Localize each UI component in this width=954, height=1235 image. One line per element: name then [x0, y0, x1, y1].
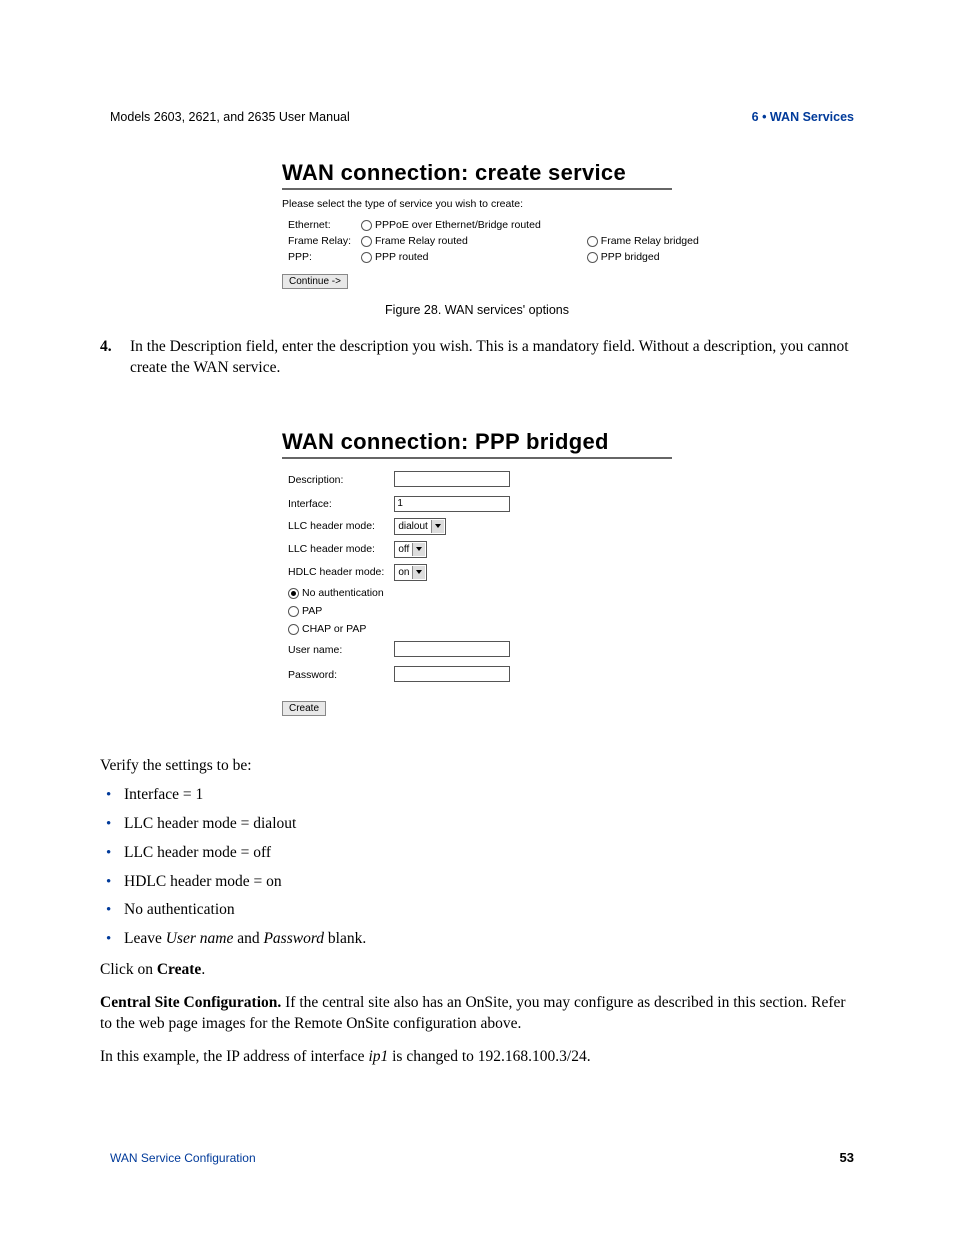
- footer-left: WAN Service Configuration: [110, 1151, 256, 1165]
- fig28-title: WAN connection: create service: [282, 160, 672, 186]
- step-4-text: In the Description field, enter the desc…: [130, 337, 854, 379]
- verify-intro: Verify the settings to be:: [100, 756, 854, 777]
- fig29-title: WAN connection: PPP bridged: [282, 429, 672, 455]
- verify-item: Interface = 1: [100, 785, 854, 806]
- verify-list: Interface = 1 LLC header mode = dialout …: [100, 785, 854, 951]
- select-hdlc[interactable]: on: [394, 564, 427, 581]
- verify-item-last: Leave User name and Password blank.: [100, 929, 854, 950]
- header-right: 6 • WAN Services: [752, 110, 854, 124]
- central-config: Central Site Configuration. If the centr…: [100, 993, 854, 1035]
- radio-pap[interactable]: [288, 606, 299, 617]
- label-description: Description:: [284, 469, 388, 492]
- chevron-down-icon: [412, 543, 425, 556]
- label-framerelay: Frame Relay:: [284, 234, 355, 248]
- figure-28: WAN connection: create service Please se…: [282, 160, 672, 289]
- input-description[interactable]: [394, 471, 510, 487]
- header-left: Models 2603, 2621, and 2635 User Manual: [110, 110, 350, 124]
- opt-ppp-bridged: PPP bridged: [601, 251, 660, 263]
- select-llc1[interactable]: dialout: [394, 518, 445, 535]
- radio-chap[interactable]: [288, 624, 299, 635]
- verify-item: LLC header mode = off: [100, 843, 854, 864]
- verify-item: No authentication: [100, 900, 854, 921]
- step-4-num: 4.: [100, 337, 130, 379]
- select-llc2-value: off: [398, 544, 409, 555]
- chevron-down-icon: [412, 566, 425, 579]
- select-hdlc-value: on: [398, 567, 409, 578]
- radio-noauth[interactable]: [288, 588, 299, 599]
- label-ppp: PPP:: [284, 250, 355, 264]
- radio-ppp-routed[interactable]: [361, 252, 372, 263]
- fig29-rule: [282, 457, 672, 459]
- continue-button[interactable]: Continue ->: [282, 274, 348, 289]
- label-username: User name:: [284, 639, 388, 662]
- opt-ppp-routed: PPP routed: [375, 251, 429, 263]
- fig28-instruction: Please select the type of service you wi…: [282, 198, 672, 210]
- example-ip: In this example, the IP address of inter…: [100, 1047, 854, 1068]
- input-interface[interactable]: 1: [394, 496, 510, 512]
- opt-noauth: No authentication: [302, 587, 384, 599]
- label-llc2: LLC header mode:: [284, 539, 388, 560]
- click-create: Click on Create.: [100, 960, 854, 981]
- input-username[interactable]: [394, 641, 510, 657]
- radio-pppoe[interactable]: [361, 220, 372, 231]
- verify-item: HDLC header mode = on: [100, 872, 854, 893]
- chevron-down-icon: [431, 520, 444, 533]
- step-4: 4. In the Description field, enter the d…: [100, 337, 854, 379]
- figure-29: WAN connection: PPP bridged Description:…: [282, 429, 672, 716]
- footer-right: 53: [840, 1150, 854, 1165]
- opt-pppoe: PPPoE over Ethernet/Bridge routed: [375, 219, 541, 231]
- label-interface: Interface:: [284, 494, 388, 514]
- label-hdlc: HDLC header mode:: [284, 562, 388, 583]
- opt-pap: PAP: [302, 605, 322, 617]
- label-ethernet: Ethernet:: [284, 218, 355, 232]
- radio-fr-bridged[interactable]: [587, 236, 598, 247]
- verify-item: LLC header mode = dialout: [100, 814, 854, 835]
- opt-fr-routed: Frame Relay routed: [375, 235, 468, 247]
- radio-fr-routed[interactable]: [361, 236, 372, 247]
- label-llc1: LLC header mode:: [284, 516, 388, 537]
- select-llc2[interactable]: off: [394, 541, 427, 558]
- select-llc1-value: dialout: [398, 521, 427, 532]
- opt-fr-bridged: Frame Relay bridged: [601, 235, 699, 247]
- fig28-caption: Figure 28. WAN services' options: [100, 303, 854, 317]
- input-password[interactable]: [394, 666, 510, 682]
- opt-chap: CHAP or PAP: [302, 623, 366, 635]
- radio-ppp-bridged[interactable]: [587, 252, 598, 263]
- fig28-rule: [282, 188, 672, 190]
- label-password: Password:: [284, 664, 388, 687]
- create-button[interactable]: Create: [282, 701, 326, 716]
